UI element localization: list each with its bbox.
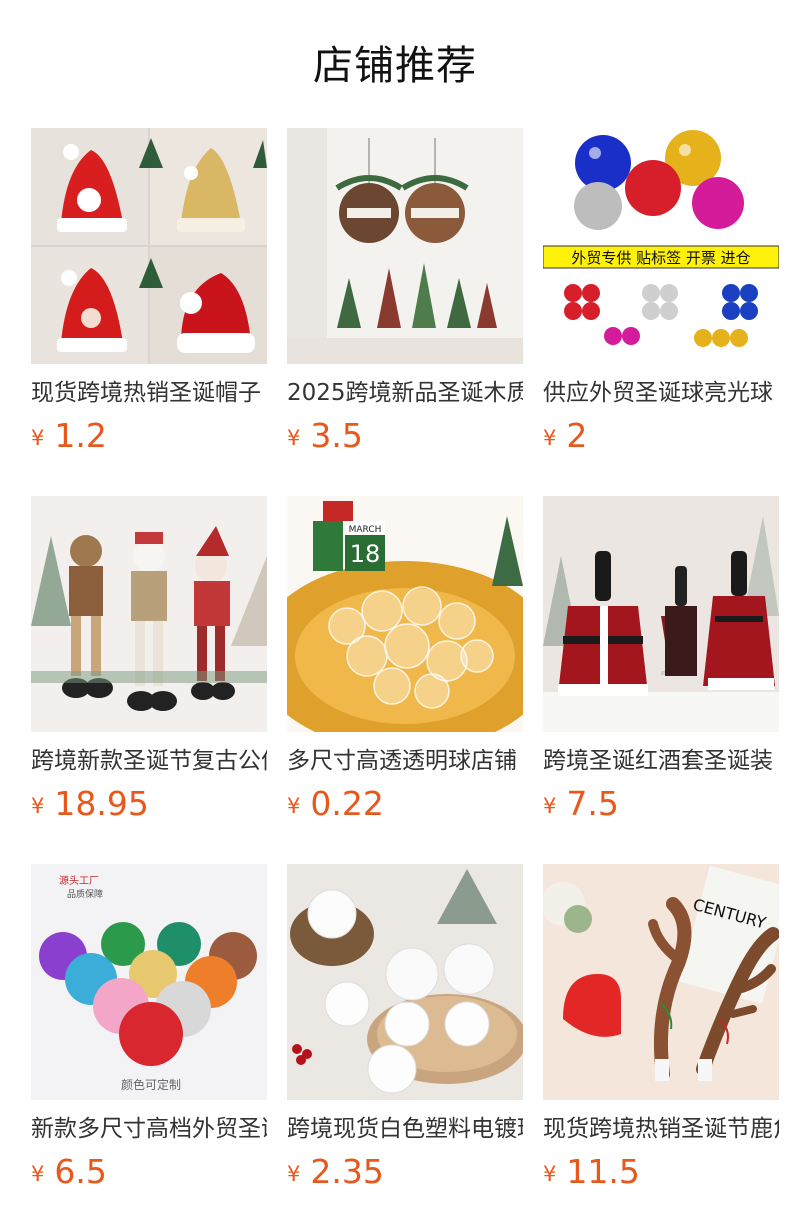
currency-symbol: ¥ [543, 794, 557, 818]
product-price: ¥2 [543, 416, 587, 455]
transparent-balls-image[interactable]: MARCH 18 [287, 496, 523, 732]
product-card[interactable]: 外贸专供 贴标签 开票 进仓 供应外贸圣诞球亮光球 ¥2 [543, 128, 779, 496]
currency-symbol: ¥ [287, 1162, 301, 1186]
santa-hats-image[interactable] [31, 128, 267, 364]
price-value: 2.35 [310, 1152, 384, 1191]
price-value: 2 [566, 416, 588, 455]
wine-bottle-covers-image[interactable] [543, 496, 779, 732]
product-name[interactable]: 现货跨境热销圣诞节鹿角 [543, 1112, 779, 1146]
product-price: ¥18.95 [31, 784, 149, 823]
product-price: ¥11.5 [543, 1152, 640, 1191]
image-caption-top: 源头工厂 [59, 874, 99, 887]
product-name[interactable]: 供应外贸圣诞球亮光球 [543, 376, 779, 410]
product-card[interactable]: 现货跨境热销圣诞帽子 ¥1.2 [31, 128, 267, 496]
currency-symbol: ¥ [543, 1162, 557, 1186]
product-name[interactable]: 多尺寸高透透明球店铺 [287, 744, 523, 778]
white-balls-image[interactable] [287, 864, 523, 1100]
product-price: ¥6.5 [31, 1152, 107, 1191]
product-card[interactable]: 跨境新款圣诞节复古公仔 ¥18.95 [31, 496, 267, 864]
currency-symbol: ¥ [31, 794, 45, 818]
product-price: ¥1.2 [31, 416, 107, 455]
currency-symbol: ¥ [31, 426, 45, 450]
product-price: ¥0.22 [287, 784, 384, 823]
product-name[interactable]: 跨境现货白色塑料电镀球 [287, 1112, 523, 1146]
matte-balls-image[interactable]: 源头工厂 品质保障 颜色可定制 [31, 864, 267, 1100]
christmas-dolls-image[interactable] [31, 496, 267, 732]
product-card[interactable]: 源头工厂 品质保障 颜色可定制 新款多尺寸高档外贸圣诞球 ¥6.5 [31, 864, 267, 1232]
product-name[interactable]: 跨境新款圣诞节复古公仔 [31, 744, 267, 778]
price-value: 1.2 [54, 416, 107, 455]
product-name[interactable]: 新款多尺寸高档外贸圣诞球 [31, 1112, 267, 1146]
calendar-month: MARCH [349, 525, 382, 535]
product-card[interactable]: CENTURY 现货跨境热销圣诞节鹿角 ¥11.5 [543, 864, 779, 1232]
image-banner-text: 外贸专供 贴标签 开票 进仓 [571, 249, 750, 267]
christmas-balls-image[interactable]: 外贸专供 贴标签 开票 进仓 [543, 128, 779, 364]
price-value: 6.5 [54, 1152, 107, 1191]
product-card[interactable]: 跨境现货白色塑料电镀球 ¥2.35 [287, 864, 523, 1232]
product-name[interactable]: 跨境圣诞红酒套圣诞装 [543, 744, 779, 778]
product-grid: 现货跨境热销圣诞帽子 ¥1.2 2025跨境新品圣诞木质 ¥ 3.5 外贸专供 … [31, 128, 790, 1232]
wooden-christmas-signs-image[interactable] [287, 128, 523, 364]
price-value: 0.22 [310, 784, 384, 823]
product-card[interactable]: 2025跨境新品圣诞木质挂牌 ¥3.5 [287, 128, 523, 496]
price-value: 3.5 [310, 416, 363, 455]
reindeer-antlers-image[interactable]: CENTURY [543, 864, 779, 1100]
product-card[interactable]: 跨境圣诞红酒套圣诞装 ¥7.5 [543, 496, 779, 864]
product-price: ¥3.5 [287, 416, 363, 455]
price-value: 18.95 [54, 784, 149, 823]
currency-symbol: ¥ [543, 426, 557, 450]
currency-symbol: ¥ [287, 426, 301, 450]
product-price: ¥7.5 [543, 784, 619, 823]
product-card[interactable]: MARCH 18 多尺寸高透透明球店铺 ¥0.22 [287, 496, 523, 864]
currency-symbol: ¥ [31, 1162, 45, 1186]
currency-symbol: ¥ [287, 794, 301, 818]
page-title: 店铺推荐 [313, 43, 477, 89]
price-value: 7.5 [566, 784, 619, 823]
image-caption-sub: 品质保障 [67, 888, 103, 900]
image-caption-bottom: 颜色可定制 [121, 1077, 181, 1092]
product-name[interactable]: 现货跨境热销圣诞帽子 [31, 376, 267, 410]
calendar-day: 18 [350, 540, 381, 568]
price-value: 11.5 [566, 1152, 640, 1191]
product-name[interactable]: 2025跨境新品圣诞木质挂牌 [287, 376, 523, 410]
product-price: ¥2.35 [287, 1152, 384, 1191]
